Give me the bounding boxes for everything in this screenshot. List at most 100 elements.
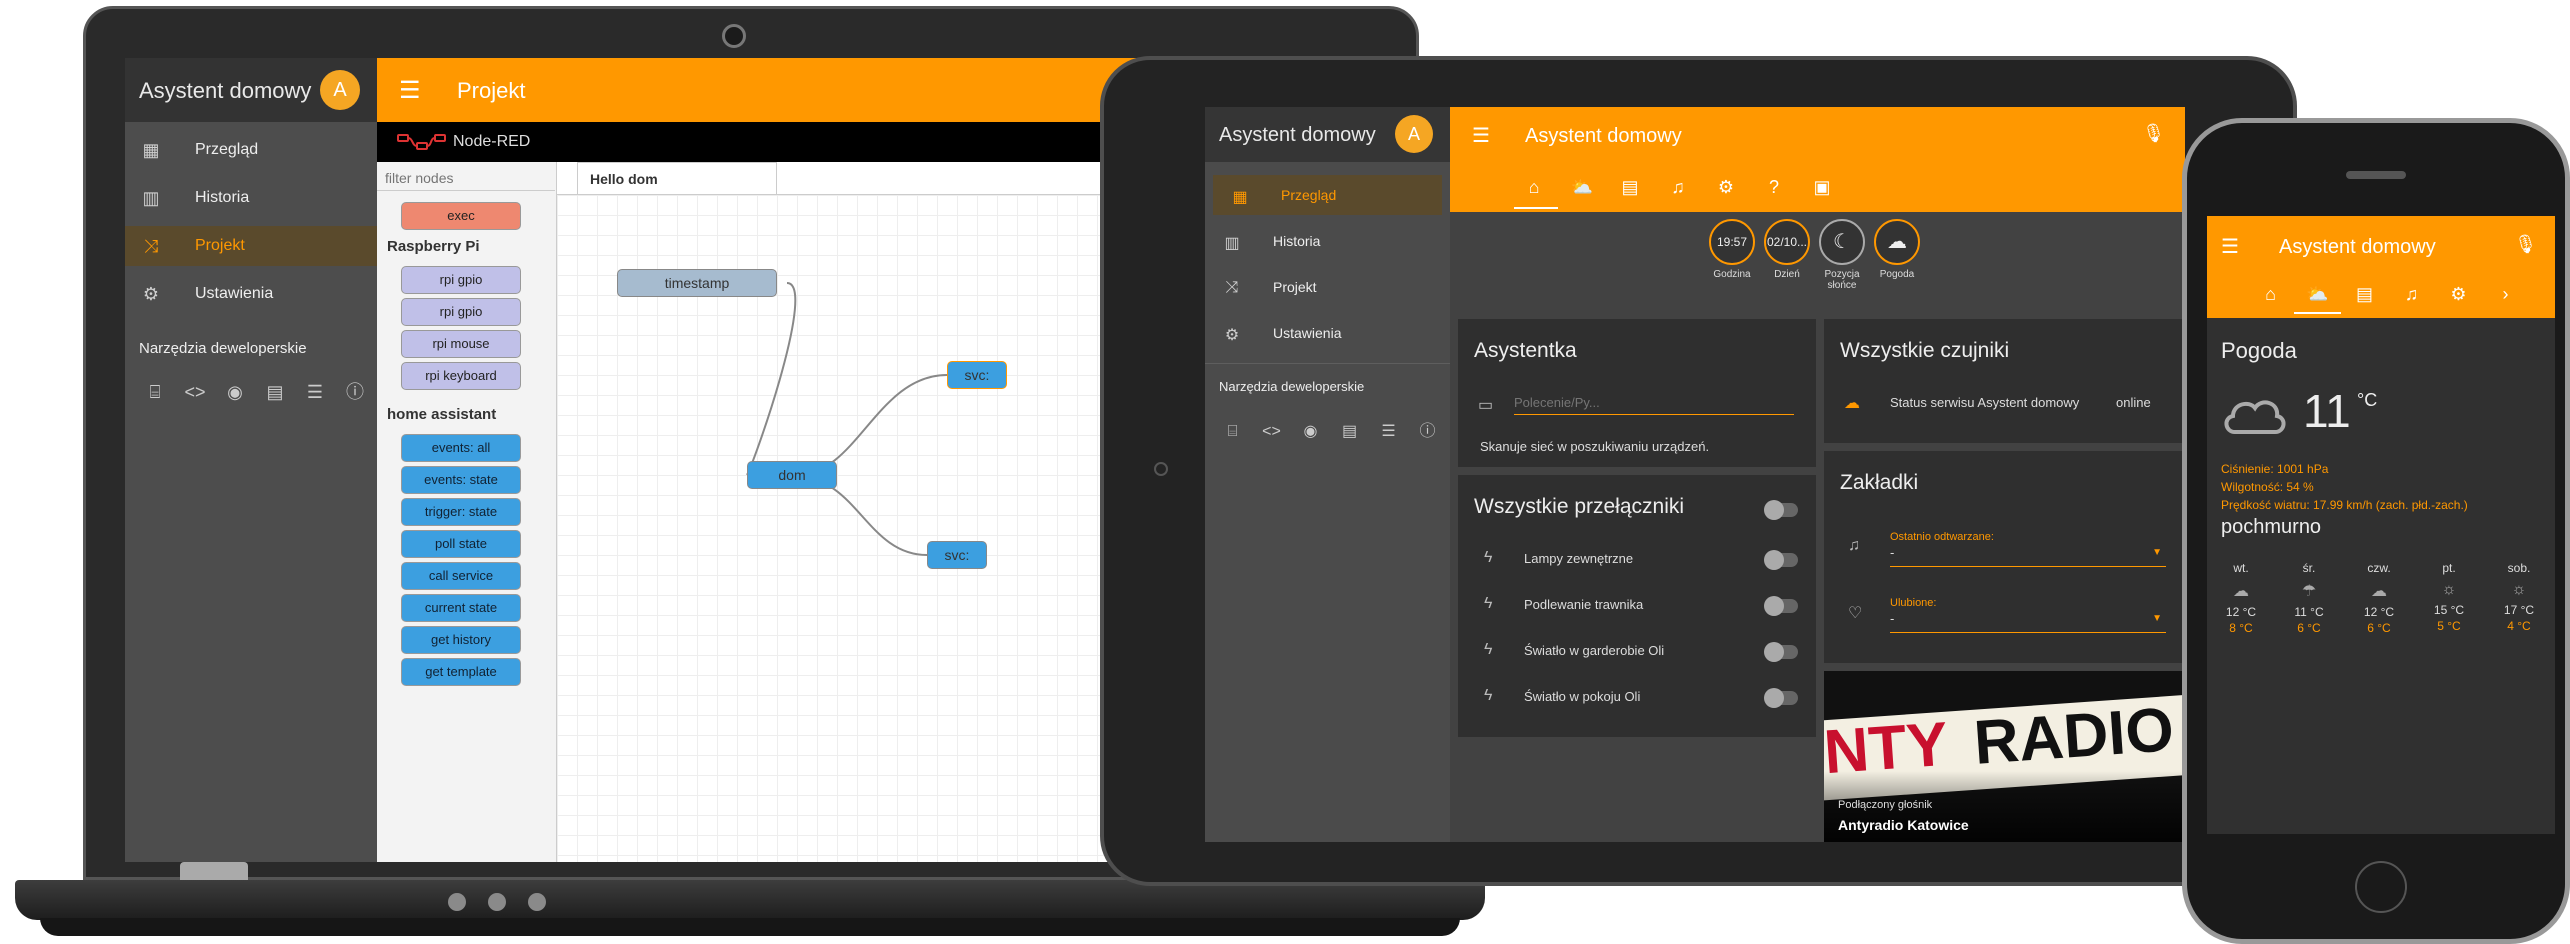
switch-toggle[interactable]	[1764, 550, 1798, 570]
broadcast-icon[interactable]: ◉	[1291, 421, 1330, 441]
home-icon[interactable]: ⌂	[2247, 284, 2294, 305]
tablet-screen: Asystent domowy A ▦ Przegląd ▥ Historia ⤨ P…	[1205, 107, 2185, 842]
palette-node[interactable]: rpi mouse	[401, 330, 521, 358]
category-raspberry-pi[interactable]: Raspberry Pi	[387, 238, 480, 255]
favorites-label: Ulubione:	[1890, 597, 1937, 609]
switch-toggle[interactable]	[1764, 688, 1798, 708]
phone-screen: ☰ Asystent domowy 🎙 ⌂ ⛅ ▤ ♫ ⚙ › Pogoda 11 °C …	[2207, 216, 2555, 834]
menu-icon[interactable]: ☰	[2221, 234, 2239, 259]
badge-time[interactable]: 19:57 Godzina	[1704, 219, 1760, 280]
wind: Prędkość wiatru: 17.99 km/h (zach. płd.-…	[2221, 498, 2468, 512]
sidebar-item-project[interactable]: ⤨ Projekt	[1205, 267, 1450, 307]
palette-node[interactable]: get template	[401, 658, 521, 686]
badge-label: Pogoda	[1879, 269, 1915, 280]
flow-node-timestamp[interactable]: timestamp	[617, 269, 777, 297]
laptop-notch	[180, 862, 248, 880]
terminal-icon[interactable]: ▣	[1798, 177, 1846, 198]
gear-icon: ⚙	[1224, 327, 1240, 344]
microphone-icon[interactable]: 🎙	[2514, 234, 2537, 255]
gear-icon[interactable]: ⚙	[2435, 284, 2482, 305]
badge-weather[interactable]: ☁ Pogoda	[1869, 219, 1925, 280]
weather-icon[interactable]: ⛅	[1558, 177, 1606, 198]
list-icon[interactable]: ☰	[1369, 421, 1408, 441]
remote-icon[interactable]: ⌸	[1213, 423, 1252, 441]
chevron-right-icon[interactable]: ›	[2482, 284, 2529, 305]
palette-node[interactable]: poll state	[401, 530, 521, 558]
menu-icon[interactable]: ☰	[1472, 123, 1490, 148]
info-icon[interactable]: ⓘ	[1408, 417, 1447, 441]
music-icon[interactable]: ♫	[2388, 284, 2435, 305]
file-icon[interactable]: ▤	[1330, 421, 1369, 441]
shuffle-icon: ⤨	[143, 236, 159, 256]
flow-node-svc[interactable]: svc:	[947, 361, 1007, 389]
palette-node[interactable]: events: all	[401, 434, 521, 462]
sidebar-item-history[interactable]: ▥ Historia	[1205, 221, 1450, 261]
bolt-icon: ϟ	[1484, 549, 1493, 566]
category-home-assistant[interactable]: home assistant	[387, 406, 496, 423]
sidebar-item-project[interactable]: ⤨ Projekt	[125, 226, 377, 266]
palette-node[interactable]: rpi gpio	[401, 298, 521, 326]
code-icon[interactable]: <>	[175, 382, 215, 403]
tab-indicator	[2294, 312, 2341, 314]
palette-node[interactable]: rpi keyboard	[401, 362, 521, 390]
flow-node-svc[interactable]: svc:	[927, 541, 987, 569]
sidebar-item-label: Ustawienia	[1273, 325, 1342, 341]
forecast-day: śr. ☂ 11 °C 6 °C	[2283, 561, 2335, 635]
badge-sun[interactable]: ☾ Pozycja słońce	[1814, 219, 1870, 291]
sensor-name: Status serwisu Asystent domowy	[1890, 395, 2080, 410]
table-icon[interactable]: ▤	[2341, 284, 2388, 305]
switch-label: Podlewanie trawnika	[1524, 597, 1644, 612]
palette-node[interactable]: call service	[401, 562, 521, 590]
list-icon[interactable]: ☰	[295, 382, 335, 403]
tab-hello-dom[interactable]: Hello dom	[577, 162, 777, 194]
music-icon[interactable]: ♫	[1654, 177, 1702, 198]
command-input[interactable]	[1514, 391, 1794, 415]
menu-icon[interactable]: ☰	[399, 76, 421, 105]
broadcast-icon[interactable]: ◉	[215, 382, 255, 403]
file-icon[interactable]: ▤	[255, 382, 295, 403]
sidebar-item-overview[interactable]: ▦ Przegląd	[1213, 175, 1442, 215]
divider	[377, 190, 555, 191]
gear-icon[interactable]: ⚙	[1702, 177, 1750, 198]
favorites-dropdown[interactable]: - ▼	[1890, 611, 2166, 633]
table-icon[interactable]: ▤	[1606, 177, 1654, 198]
sidebar: Asystent domowy A ▦ Przegląd ▥ Historia ⤨ P…	[1205, 107, 1450, 842]
sidebar-item-settings[interactable]: ⚙ Ustawienia	[1205, 313, 1450, 353]
forecast-high: 15 °C	[2433, 603, 2465, 617]
palette-node[interactable]: current state	[401, 594, 521, 622]
badge-date[interactable]: 02/10... Dzień	[1759, 219, 1815, 280]
sensors-card: Wszystkie czujniki ☁ Status serwisu Asys…	[1824, 319, 2182, 443]
weather-icon[interactable]: ⛅	[2294, 284, 2341, 305]
sidebar-item-settings[interactable]: ⚙ Ustawienia	[125, 274, 377, 314]
home-icon[interactable]: ⌂	[1510, 177, 1558, 198]
help-icon[interactable]: ?	[1750, 177, 1798, 198]
sidebar-item-label: Historia	[195, 189, 250, 206]
sidebar-item-history[interactable]: ▥ Historia	[125, 178, 377, 218]
remote-icon[interactable]: ⌸	[135, 382, 175, 403]
heart-icon: ♡	[1848, 605, 1863, 622]
switch-toggle[interactable]	[1764, 596, 1798, 616]
code-icon[interactable]: <>	[1252, 423, 1291, 441]
badge-label: Pozycja słońce	[1824, 269, 1860, 291]
palette-node[interactable]: get history	[401, 626, 521, 654]
filter-nodes-input[interactable]	[385, 168, 549, 188]
sidebar-item-label: Przegląd	[195, 141, 259, 158]
app-title: Asystent domowy	[1219, 124, 1376, 146]
palette-node[interactable]: rpi gpio	[401, 266, 521, 294]
master-toggle[interactable]	[1764, 500, 1798, 520]
switch-toggle[interactable]	[1764, 642, 1798, 662]
media-station: Antyradio Katowice	[1838, 817, 1969, 833]
info-icon[interactable]: ⓘ	[335, 378, 375, 404]
sidebar-item-overview[interactable]: ▦ Przegląd	[125, 130, 377, 170]
flow-node-dom[interactable]: dom	[747, 461, 837, 489]
avatar[interactable]: A	[1395, 115, 1433, 153]
microphone-icon[interactable]: 🎙	[2142, 123, 2165, 144]
media-player-card[interactable]: NTY RADIO Podłączony głośnik Antyradio K…	[1824, 671, 2182, 842]
avatar[interactable]: A	[320, 70, 360, 110]
recent-dropdown[interactable]: - ▼	[1890, 545, 2166, 567]
palette-node[interactable]: events: state	[401, 466, 521, 494]
bolt-icon: ϟ	[1484, 687, 1493, 704]
palette-node[interactable]: trigger: state	[401, 498, 521, 526]
palette-node-exec[interactable]: exec	[401, 202, 521, 230]
chart-icon: ▥	[142, 188, 160, 208]
